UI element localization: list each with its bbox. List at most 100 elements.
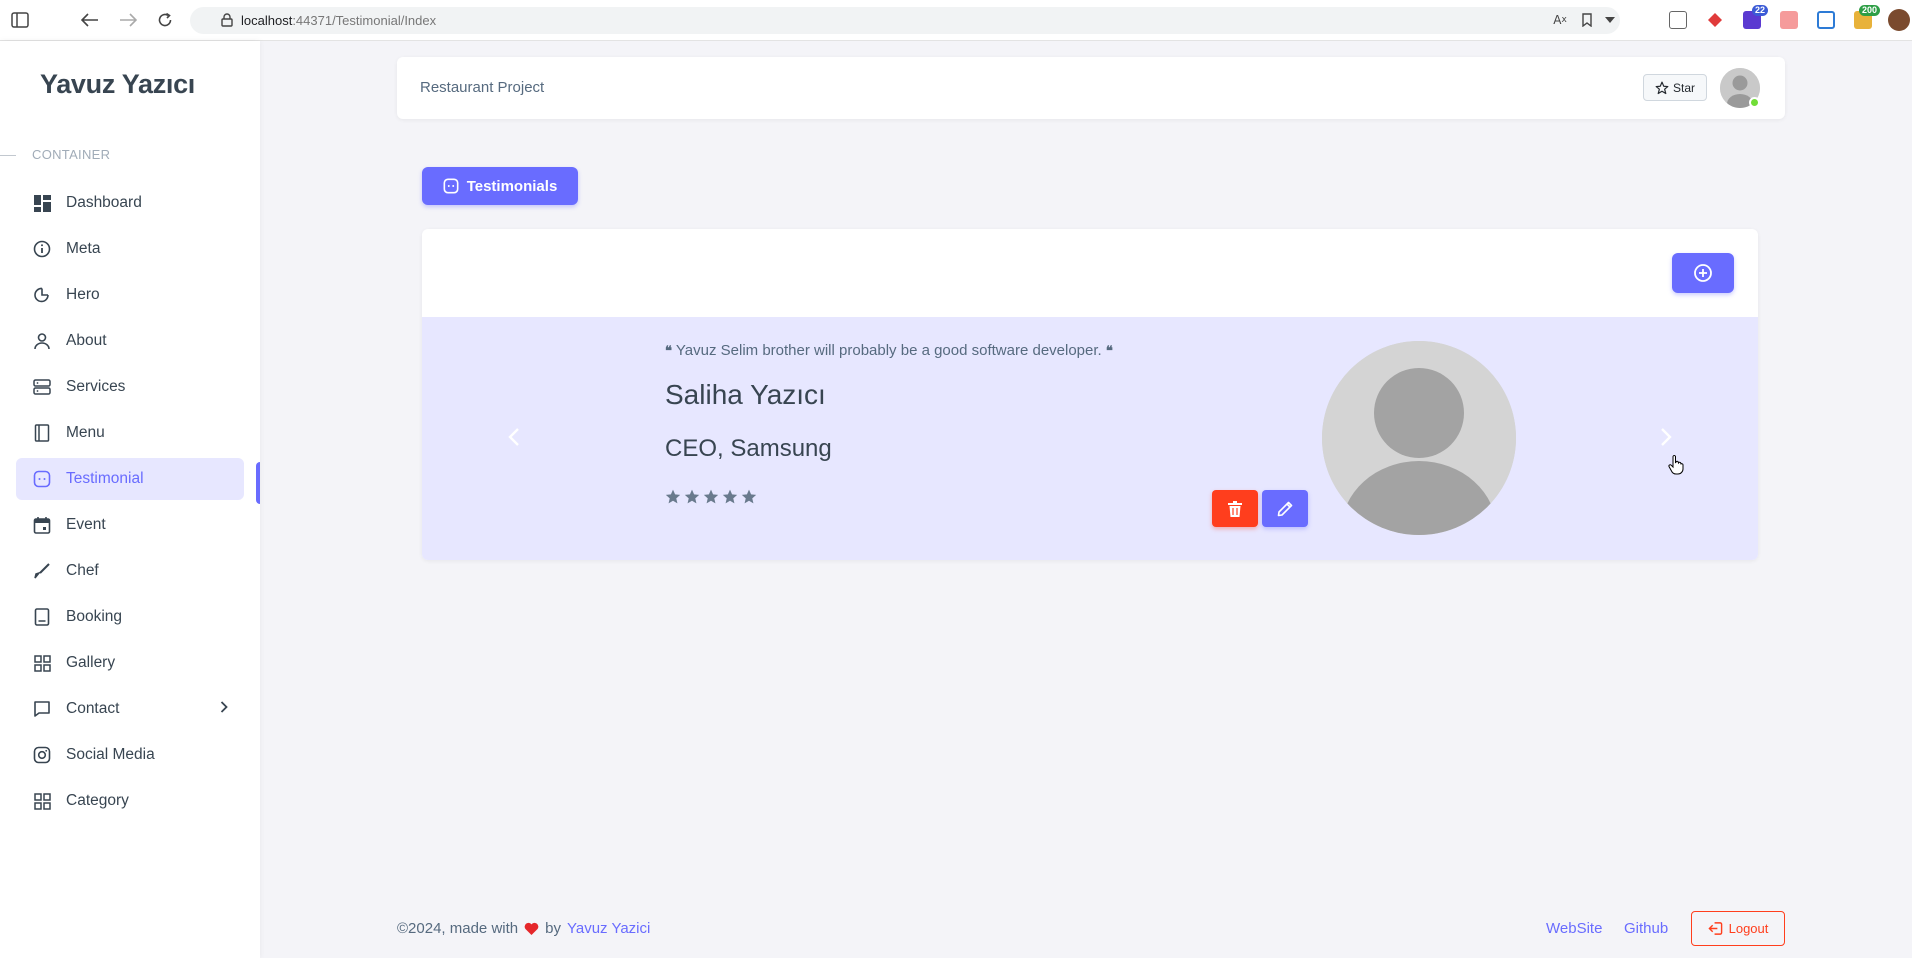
sidebar-item-social-media[interactable]: Social Media <box>16 734 244 776</box>
hand-cursor-icon <box>1668 455 1684 480</box>
star-icon <box>665 489 681 504</box>
website-link[interactable]: WebSite <box>1546 920 1602 937</box>
reload-icon[interactable] <box>155 10 175 30</box>
sidebar-item-label: Meta <box>66 240 101 257</box>
pencil-icon <box>1277 501 1293 516</box>
sidebar-item-label: About <box>66 332 107 349</box>
sidebar-item-about[interactable]: About <box>16 320 244 362</box>
chevron-left-icon <box>508 428 519 446</box>
book-icon <box>32 423 52 443</box>
calendar-icon <box>32 515 52 535</box>
sidebar-item-chef[interactable]: Chef <box>16 550 244 592</box>
github-link[interactable]: Github <box>1624 920 1668 937</box>
by-text: by <box>545 920 561 937</box>
receipt-icon <box>32 607 52 627</box>
translate-icon[interactable]: Ax <box>1550 10 1570 30</box>
qr-extension-icon[interactable] <box>1669 11 1687 29</box>
top-navbar: Restaurant Project Star <box>397 57 1785 119</box>
chevron-right-icon <box>220 700 228 718</box>
heart-icon <box>524 922 539 935</box>
browser-toolbar: localhost:44371/Testimonial/Index Ax 22 … <box>0 0 1912 41</box>
message-icon <box>443 178 459 194</box>
testimonial-quote: ❝ Yavuz Selim brother will probably be a… <box>665 342 1113 359</box>
grid-icon <box>32 791 52 811</box>
blue-extension-icon[interactable] <box>1817 11 1835 29</box>
copyright-text: ©2024, made with <box>397 920 519 937</box>
sidebar-item-category[interactable]: Category <box>16 780 244 822</box>
pink-extension-icon[interactable] <box>1780 11 1798 29</box>
sidebar-item-meta[interactable]: Meta <box>16 228 244 270</box>
person-position: CEO, Samsung <box>665 435 832 462</box>
testimonial-card: ❝ Yavuz Selim brother will probably be a… <box>422 229 1758 560</box>
sidebar-item-label: Dashboard <box>66 194 142 211</box>
sidebar-item-label: Menu <box>66 424 105 441</box>
sidebar-item-booking[interactable]: Booking <box>16 596 244 638</box>
edit-button[interactable] <box>1262 490 1308 527</box>
sidebar-item-dashboard[interactable]: Dashboard <box>16 182 244 224</box>
sidebar-item-hero[interactable]: Hero <box>16 274 244 316</box>
testimonials-title-button[interactable]: Testimonials <box>422 167 578 205</box>
logout-button[interactable]: Logout <box>1691 911 1785 946</box>
user-icon <box>32 331 52 351</box>
sidebar-item-label: Gallery <box>66 654 116 671</box>
person-photo <box>1322 341 1516 535</box>
brand-logo[interactable]: Yavuz Yazıcı <box>40 69 195 100</box>
delete-button[interactable] <box>1212 490 1258 527</box>
message-icon <box>32 469 52 489</box>
sidebar-item-contact[interactable]: Contact <box>16 688 244 730</box>
carousel-next-button[interactable] <box>1654 425 1678 449</box>
footer-credit: ©2024, made with by Yavuz Yazici <box>397 920 650 937</box>
github-star-button[interactable]: Star <box>1643 74 1707 101</box>
sidebar-item-label: Chef <box>66 562 99 579</box>
instagram-icon <box>32 745 52 765</box>
extension-badge: 22 <box>1752 5 1769 16</box>
lock-icon[interactable] <box>217 10 237 30</box>
section-divider <box>0 155 16 156</box>
author-link[interactable]: Yavuz Yazici <box>567 920 650 937</box>
title-button-label: Testimonials <box>466 177 558 195</box>
dashboard-icon <box>32 193 52 213</box>
star-icon <box>703 489 719 504</box>
online-status-dot <box>1749 97 1760 108</box>
url-host: localhost <box>241 13 293 28</box>
active-menu-indicator <box>256 462 260 504</box>
plus-circle-icon <box>1694 264 1712 282</box>
add-testimonial-button[interactable] <box>1672 253 1734 293</box>
sidebar-item-label: Event <box>66 516 106 533</box>
sidebar-item-event[interactable]: Event <box>16 504 244 546</box>
star-outline-icon <box>1655 81 1669 94</box>
info-icon <box>32 239 52 259</box>
sidebar-item-services[interactable]: Services <box>16 366 244 408</box>
dropdown-icon[interactable] <box>1600 10 1620 30</box>
quote-open-icon: ❝ <box>665 344 672 359</box>
sidebar-item-menu[interactable]: Menu <box>16 412 244 454</box>
star-rating <box>665 489 757 504</box>
quote-text: Yavuz Selim brother will probably be a g… <box>675 342 1102 359</box>
quote-close-icon: ❝ <box>1105 344 1113 359</box>
forward-icon[interactable] <box>118 10 138 30</box>
person-name: Saliha Yazıcı <box>665 379 826 410</box>
logout-label: Logout <box>1728 921 1769 936</box>
star-icon <box>722 489 738 504</box>
project-title: Restaurant Project <box>420 79 545 96</box>
bookmark-icon[interactable] <box>1577 10 1597 30</box>
server-icon <box>32 377 52 397</box>
sidebar-item-gallery[interactable]: Gallery <box>16 642 244 684</box>
sidebar-item-label: Social Media <box>66 746 155 763</box>
sidebar-item-label: Contact <box>66 700 120 717</box>
sidebar: Yavuz Yazıcı CONTAINER Dashboard Meta He… <box>0 41 260 958</box>
sidebar-item-testimonial[interactable]: Testimonial <box>16 458 244 500</box>
back-icon[interactable] <box>80 10 100 30</box>
profile-avatar[interactable] <box>1888 9 1910 31</box>
default-avatar-icon <box>1322 341 1516 535</box>
carousel-prev-button[interactable] <box>502 425 526 449</box>
red-extension-icon[interactable] <box>1706 11 1724 29</box>
url-text[interactable]: localhost:44371/Testimonial/Index <box>241 13 436 28</box>
testimonial-carousel: ❝ Yavuz Selim brother will probably be a… <box>422 317 1758 560</box>
sidebar-menu: Dashboard Meta Hero About Services Menu … <box>16 182 244 826</box>
sidebar-toggle-icon[interactable] <box>10 10 30 30</box>
extension-badge: 200 <box>1859 5 1881 16</box>
logout-icon <box>1708 922 1722 935</box>
sidebar-item-label: Hero <box>66 286 100 303</box>
section-header: CONTAINER <box>32 147 111 162</box>
